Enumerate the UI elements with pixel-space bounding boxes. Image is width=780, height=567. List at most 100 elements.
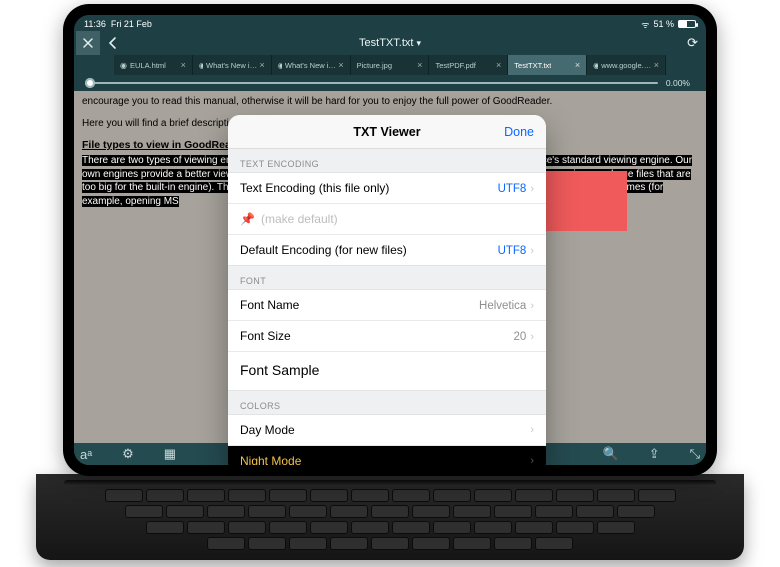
keyboard-hinge <box>64 480 716 486</box>
key <box>187 521 225 534</box>
section-label-colors: COLORS <box>228 391 546 415</box>
key <box>248 505 286 518</box>
key <box>289 537 327 550</box>
key <box>228 521 266 534</box>
key <box>310 489 348 502</box>
row-label: Font Name <box>240 298 299 312</box>
row-label: Day Mode <box>240 423 295 437</box>
tab-close-icon[interactable]: × <box>338 60 343 70</box>
share-icon[interactable]: ⇪ <box>649 446 660 462</box>
key <box>207 537 245 550</box>
grid-icon[interactable]: ▦ <box>164 446 176 462</box>
tab-close-icon[interactable]: × <box>654 60 659 70</box>
key <box>330 537 368 550</box>
tab-close-icon[interactable]: × <box>417 60 422 70</box>
key <box>597 489 635 502</box>
key <box>576 505 614 518</box>
tab-label: What's New in GoodRea… <box>285 61 338 70</box>
gear-icon[interactable]: ⚙ <box>122 446 134 462</box>
tab-eula[interactable]: ◉EULA.html × <box>114 55 193 75</box>
pin-icon: 📌 <box>240 212 255 226</box>
sync-icon[interactable]: ⟳ <box>687 35 698 51</box>
tab-close-icon[interactable]: × <box>496 60 501 70</box>
row-value: UTF8 <box>498 245 527 257</box>
tab-picture[interactable]: Picture.jpg× <box>351 55 430 75</box>
key <box>125 505 163 518</box>
battery-pct: 51 % <box>653 19 674 29</box>
key <box>289 505 327 518</box>
key <box>351 521 389 534</box>
row-font-sample: Font Sample <box>228 351 546 391</box>
status-right: ᯤ 51 % <box>641 18 696 31</box>
search-icon[interactable]: 🔍 <box>603 446 619 462</box>
row-make-default[interactable]: 📌(make default) <box>228 203 546 235</box>
wifi-icon: ᯤ <box>641 18 649 31</box>
key <box>453 505 491 518</box>
row-value: Helvetica <box>479 300 526 312</box>
tab-label: What's New in GoodRea… <box>206 61 259 70</box>
key <box>453 537 491 550</box>
chevron-left-icon <box>108 36 117 50</box>
key <box>433 489 471 502</box>
row-font-name[interactable]: Font Name Helvetica › <box>228 289 546 321</box>
row-default-encoding[interactable]: Default Encoding (for new files) UTF8› <box>228 234 546 266</box>
nav-right: ⟳ <box>687 35 698 51</box>
tab-label: TestPDF.pdf <box>435 61 475 70</box>
tab-whatsnew-1[interactable]: ◉What's New in GoodRea…× <box>193 55 272 75</box>
tab-close-icon[interactable]: × <box>575 60 580 70</box>
row-font-size[interactable]: Font Size 20› <box>228 320 546 352</box>
tab-testtxt[interactable]: TestTXT.txt× <box>508 55 587 75</box>
doc-paragraph: encourage you to read this manual, other… <box>82 95 698 109</box>
globe-icon: ◉ <box>120 61 127 70</box>
text-settings-icon[interactable]: aᵃ <box>80 447 92 462</box>
stage: 11:36 Fri 21 Feb ᯤ 51 % TestTXT.txt▾ <box>0 0 780 567</box>
slider-track[interactable] <box>90 82 658 84</box>
key <box>269 521 307 534</box>
tab-google[interactable]: ◉www.google.com.html× <box>587 55 666 75</box>
key <box>146 489 184 502</box>
nav-title-text: TestTXT.txt <box>359 37 413 49</box>
key-space <box>371 537 409 550</box>
close-button[interactable] <box>76 31 100 55</box>
key <box>474 489 512 502</box>
chevron-right-icon: › <box>530 455 534 465</box>
row-night-mode[interactable]: Night Mode › <box>228 445 546 465</box>
row-label: Font Size <box>240 329 291 343</box>
keyboard-row <box>80 521 700 534</box>
progress-slider[interactable]: 0.00% <box>74 75 706 91</box>
close-icon <box>82 37 94 49</box>
row-value: UTF8 <box>498 183 527 195</box>
key <box>515 521 553 534</box>
key <box>433 521 471 534</box>
tab-testpdf[interactable]: TestPDF.pdf × <box>429 55 508 75</box>
expand-icon[interactable]: ⤡ <box>690 446 700 462</box>
key <box>166 505 204 518</box>
globe-icon: ◉ <box>278 61 282 70</box>
back-button[interactable] <box>100 36 124 50</box>
key <box>474 521 512 534</box>
popover-body[interactable]: TEXT ENCODING Text Encoding (this file o… <box>228 149 546 465</box>
key <box>597 521 635 534</box>
key <box>146 521 184 534</box>
status-day: Fri 21 Feb <box>111 19 152 29</box>
tab-label: EULA.html <box>130 61 166 70</box>
tab-strip: ◉EULA.html× ◉What's New in GoodRea…× ◉Wh… <box>74 55 706 75</box>
row-day-mode[interactable]: Day Mode › <box>228 414 546 446</box>
chevron-right-icon: › <box>530 183 534 195</box>
slider-thumb[interactable] <box>85 78 95 88</box>
done-button[interactable]: Done <box>504 125 534 139</box>
chevron-right-icon: › <box>530 300 534 312</box>
key <box>248 537 286 550</box>
nav-title[interactable]: TestTXT.txt▾ <box>74 37 706 49</box>
tab-close-icon[interactable]: × <box>259 60 264 70</box>
key <box>392 489 430 502</box>
toolbar-right: 🔍 ⇪ ⤡ <box>603 446 701 462</box>
app-screen: 11:36 Fri 21 Feb ᯤ 51 % TestTXT.txt▾ <box>74 15 706 465</box>
tab-close-icon[interactable]: × <box>181 60 186 70</box>
row-text-encoding[interactable]: Text Encoding (this file only) UTF8› <box>228 172 546 204</box>
popover-header: TXT Viewer Done <box>228 115 546 149</box>
section-label-encoding: TEXT ENCODING <box>228 149 546 173</box>
tab-whatsnew-2[interactable]: ◉What's New in GoodRea…× <box>272 55 351 75</box>
key <box>494 537 532 550</box>
status-bar: 11:36 Fri 21 Feb ᯤ 51 % <box>74 15 706 31</box>
